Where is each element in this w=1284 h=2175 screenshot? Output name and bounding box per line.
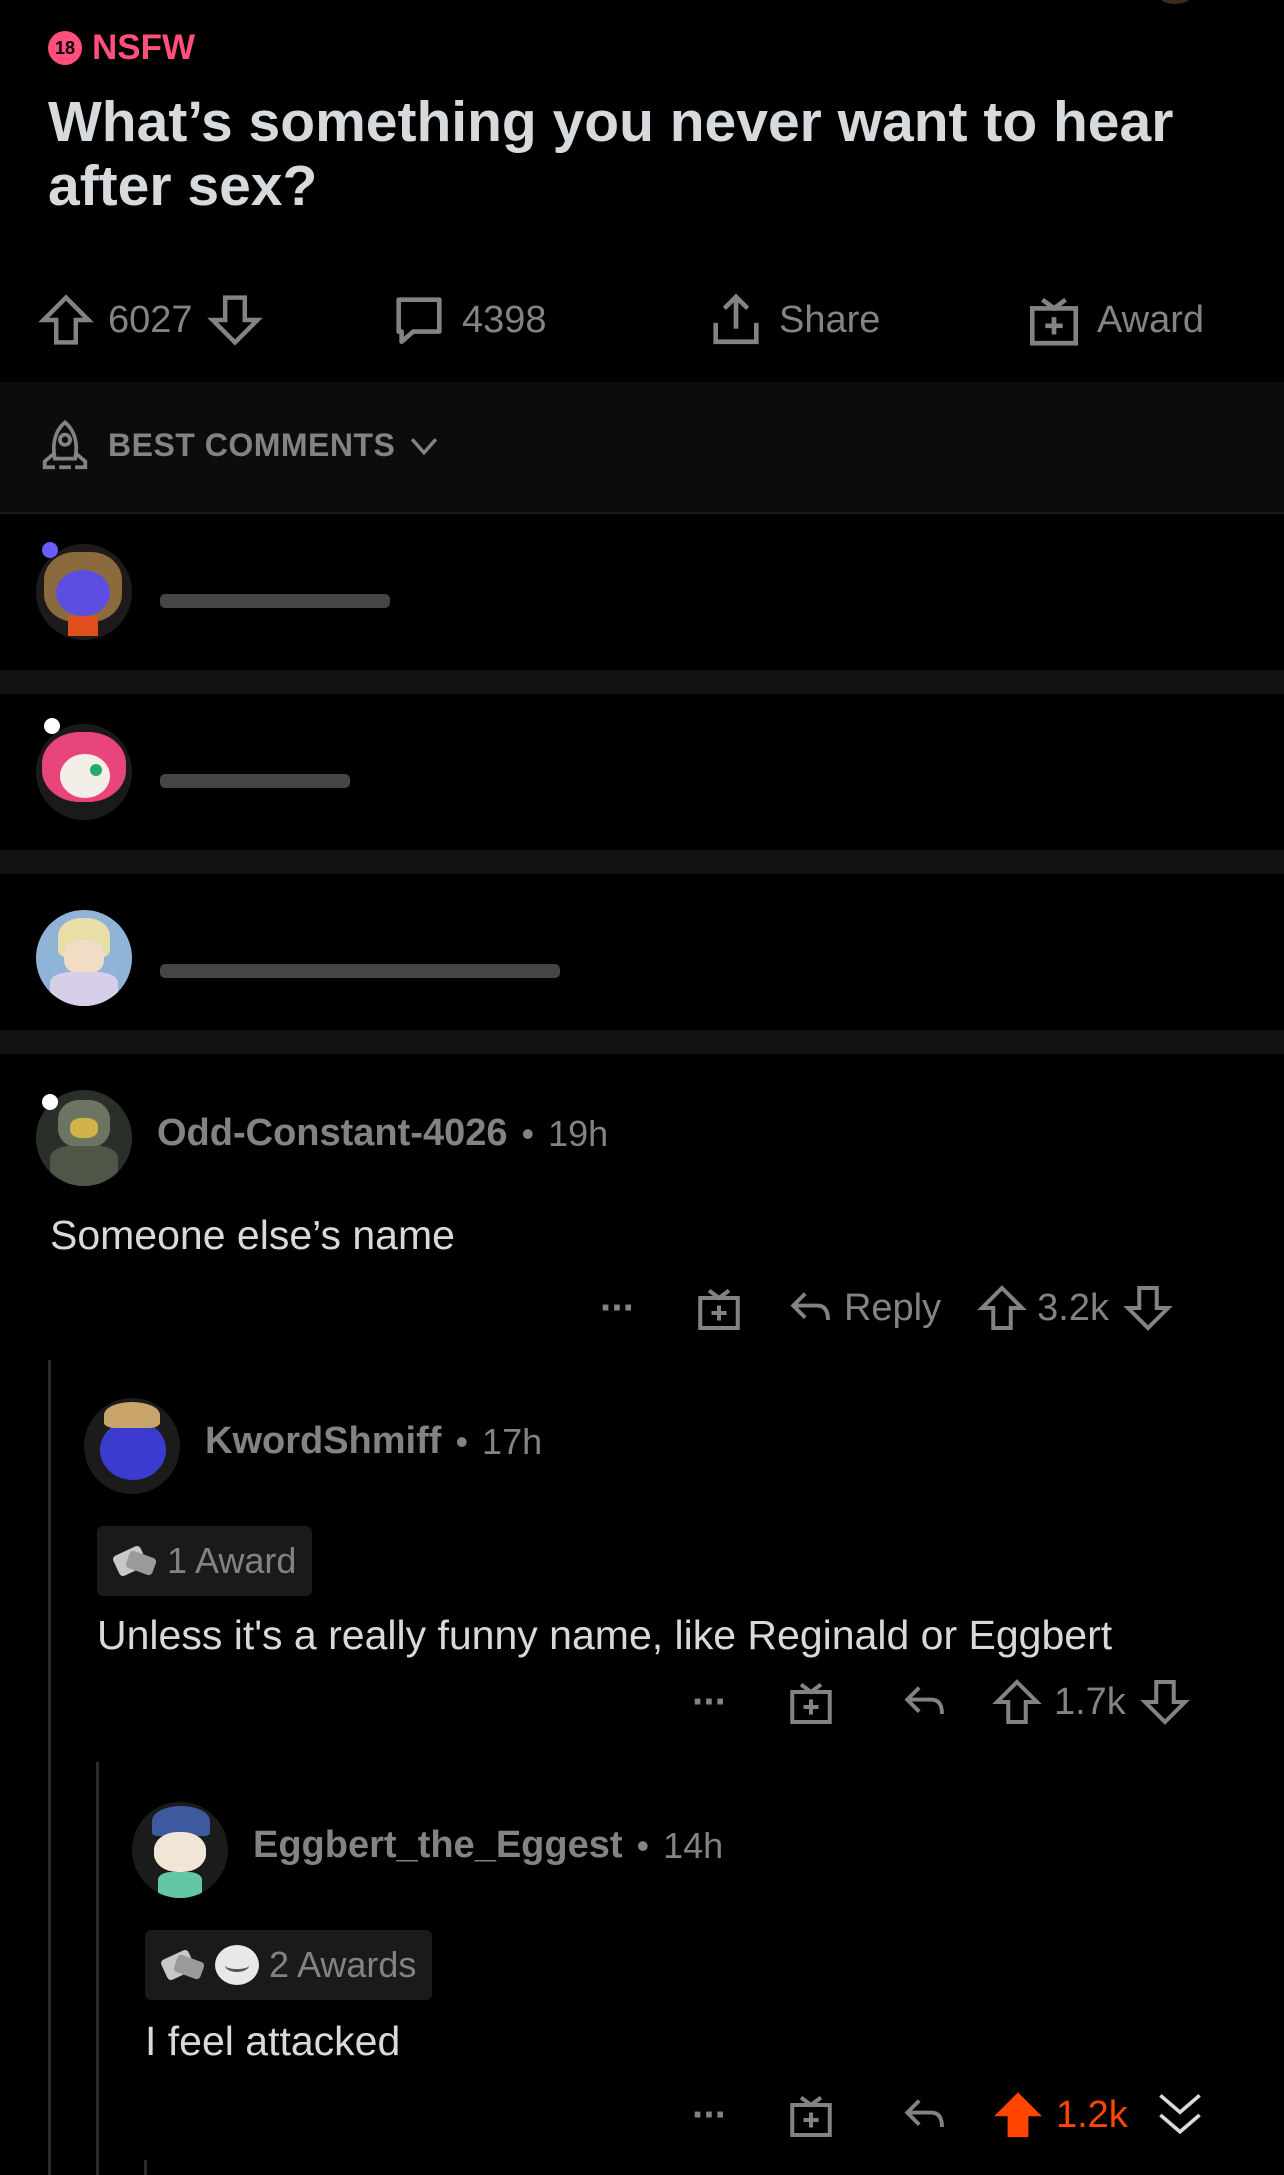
separator <box>0 670 1284 694</box>
nsfw-label: NSFW <box>92 28 196 67</box>
avatar[interactable] <box>36 910 132 1006</box>
nsfw-18-icon: 18 <box>48 31 82 65</box>
gift-award-icon[interactable] <box>786 1677 836 1727</box>
post-vote-group: 6027 <box>38 285 263 355</box>
collapse-chevron-icon[interactable] <box>1152 2087 1208 2143</box>
comment-header: Eggbert_the_Eggest • 14h <box>253 1824 723 1867</box>
avatar[interactable] <box>36 544 132 640</box>
nsfw-tag: 18 NSFW <box>48 28 195 68</box>
comment-sort-bar[interactable]: BEST COMMENTS <box>0 382 1284 514</box>
upvote-icon[interactable] <box>38 292 94 348</box>
comment-count: 4398 <box>462 298 547 341</box>
gift-award-icon[interactable] <box>786 2090 836 2140</box>
separator <box>0 850 1284 874</box>
post-score: 6027 <box>108 298 193 341</box>
share-label: Share <box>779 298 881 341</box>
awards-pill[interactable]: 2 Awards <box>145 1930 433 2000</box>
meta-dot: • <box>636 1824 650 1866</box>
share-button[interactable]: Share <box>707 285 880 355</box>
comment-score: 1.2k <box>1055 2093 1128 2136</box>
downvote-icon[interactable] <box>206 292 263 348</box>
comment-bubble-icon <box>396 297 442 345</box>
comment-score: 3.2k <box>1037 1286 1109 1329</box>
comment-username[interactable]: KwordShmiff <box>205 1420 441 1463</box>
comment-actions: ··· 1.7k <box>692 1670 1190 1734</box>
comment-header: KwordShmiff • 17h <box>205 1420 542 1463</box>
reply-label[interactable]: Reply <box>844 1287 941 1330</box>
online-dot <box>42 542 58 558</box>
comment-kwordshmiff: KwordShmiff • 17h 1 Award Unless it's a … <box>0 1370 1284 1730</box>
more-options-icon[interactable]: ··· <box>692 1680 728 1725</box>
comment-actions: ··· 1.2k <box>692 2082 1208 2148</box>
comment-header: Odd-Constant-4026 • 19h <box>157 1112 608 1155</box>
award-button[interactable]: Award <box>1025 285 1204 355</box>
comment-age: 17h <box>482 1420 543 1462</box>
redacted-username <box>160 964 560 978</box>
awards-pill[interactable]: 1 Award <box>97 1526 313 1596</box>
meta-dot: • <box>455 1420 469 1462</box>
sort-label: BEST COMMENTS <box>108 427 396 463</box>
upvote-icon[interactable] <box>977 1283 1027 1333</box>
comment-body: Unless it's a really funny name, like Re… <box>97 1612 1113 1658</box>
post-title: What’s something you never want to hear … <box>48 90 1174 218</box>
gift-award-icon <box>1029 297 1079 346</box>
comment-eggbert: Eggbert_the_Eggest • 14h 2 Awards I feel… <box>0 1772 1284 2175</box>
more-options-icon[interactable]: ··· <box>692 2093 728 2138</box>
post-action-bar: 6027 4398 Share Award <box>0 285 1284 355</box>
collapsed-comment[interactable] <box>0 874 1284 1006</box>
comment-age: 14h <box>663 1824 724 1866</box>
rocket-icon <box>42 419 88 470</box>
avatar[interactable] <box>84 1398 180 1494</box>
avatar[interactable] <box>36 724 132 820</box>
comment-body: I feel attacked <box>145 2018 401 2064</box>
award-label: Award <box>1097 298 1205 341</box>
handshake-award-icon <box>111 1542 158 1580</box>
online-dot <box>42 1094 58 1110</box>
comment-odd-constant: Odd-Constant-4026 • 19h Someone else’s n… <box>0 1054 1284 1354</box>
upvote-icon[interactable] <box>992 1677 1042 1727</box>
comment-body: Someone else’s name <box>50 1212 455 1258</box>
sort-dropdown[interactable]: BEST COMMENTS <box>108 427 441 464</box>
reply-icon[interactable] <box>900 1678 948 1726</box>
comment-username[interactable]: Eggbert_the_Eggest <box>253 1824 623 1867</box>
comment-age: 19h <box>548 1112 609 1154</box>
meta-dot: • <box>521 1112 535 1154</box>
online-dot <box>44 718 60 734</box>
reply-icon[interactable] <box>900 2091 948 2139</box>
more-options-icon[interactable]: ··· <box>600 1286 636 1331</box>
redacted-username <box>160 774 350 788</box>
chevron-down-icon <box>411 437 438 455</box>
redacted-username <box>160 594 390 608</box>
collapsed-comment[interactable] <box>0 694 1284 824</box>
award-count: 1 Award <box>167 1540 297 1581</box>
thread-line[interactable] <box>144 2160 147 2175</box>
comment-actions: ··· Reply 3.2k <box>600 1276 1173 1340</box>
collapsed-comment[interactable] <box>0 514 1284 644</box>
wholesome-award-icon <box>215 1945 259 1985</box>
comment-username[interactable]: Odd-Constant-4026 <box>157 1112 507 1155</box>
reply-icon[interactable] <box>786 1284 834 1332</box>
comment-score: 1.7k <box>1053 1680 1126 1723</box>
gift-award-icon[interactable] <box>694 1283 744 1333</box>
downvote-icon[interactable] <box>1139 1677 1190 1727</box>
award-count: 2 Awards <box>269 1944 417 1985</box>
comments-button[interactable]: 4398 <box>390 285 547 355</box>
separator <box>0 1030 1284 1054</box>
downvote-icon[interactable] <box>1123 1283 1173 1333</box>
handshake-award-icon <box>159 1946 206 1984</box>
share-icon <box>713 293 759 345</box>
op-avatar-partial[interactable] <box>1150 0 1200 4</box>
avatar[interactable] <box>132 1802 228 1898</box>
upvote-active-icon[interactable] <box>992 2089 1044 2141</box>
